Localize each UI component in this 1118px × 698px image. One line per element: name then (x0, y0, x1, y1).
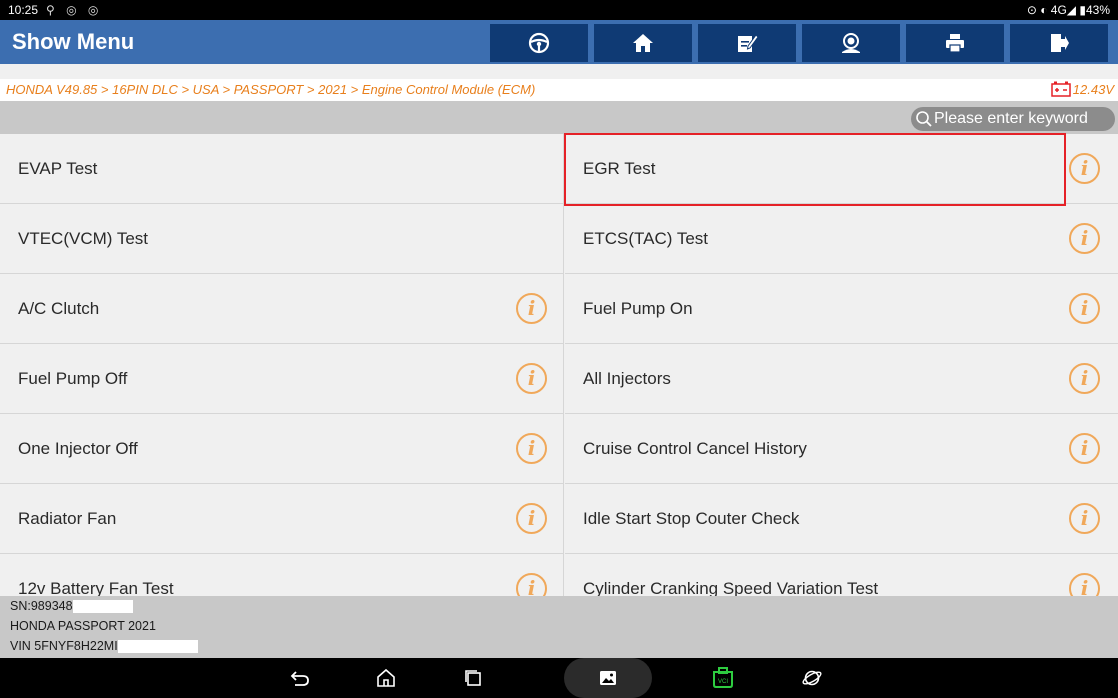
edit-report-icon (738, 34, 758, 52)
home-button[interactable] (594, 24, 692, 62)
info-icon[interactable]: i (516, 573, 547, 596)
battery-voltage: 12.43V (1051, 81, 1114, 97)
menu-item-label: EGR Test (583, 159, 656, 178)
menu-item-label: EVAP Test (18, 159, 98, 178)
menu-item-fuel-pump-off[interactable]: Fuel Pump Off i (0, 344, 564, 414)
menu-item-label: ETCS(TAC) Test (583, 229, 708, 248)
menu-item-idle-start-stop-check[interactable]: Idle Start Stop Couter Check i (565, 484, 1118, 554)
vehicle-name: HONDA PASSPORT 2021 (10, 619, 156, 633)
home-outline-icon (377, 668, 395, 687)
menu-item-label: Idle Start Stop Couter Check (583, 509, 800, 528)
battery-icon (1051, 81, 1071, 97)
home-nav-button[interactable] (366, 658, 406, 698)
redaction-box (72, 599, 133, 613)
info-icon[interactable]: i (1069, 363, 1100, 394)
serial-number-text: SN:989348 (10, 599, 73, 613)
info-icon[interactable]: i (1069, 433, 1100, 464)
search-input[interactable]: Please enter keyword (911, 107, 1115, 131)
vin-text: VIN 5FNYF8H22MI (10, 639, 118, 653)
menu-item-evap-test[interactable]: EVAP Test (0, 134, 564, 204)
menu-item-label: Cruise Control Cancel History (583, 439, 807, 458)
exit-button[interactable] (1010, 24, 1108, 62)
info-icon[interactable]: i (516, 433, 547, 464)
serial-number: SN:989348 (10, 599, 133, 613)
gallery-button[interactable] (564, 658, 652, 698)
function-menu: EVAP Test VTEC(VCM) Test A/C Clutch i Fu… (0, 134, 1118, 596)
menu-item-label: Fuel Pump Off (18, 369, 128, 388)
steering-wheel-icon (528, 32, 550, 54)
menu-item-label: VTEC(VCM) Test (18, 229, 149, 248)
gallery-icon (600, 671, 616, 685)
print-icon (946, 34, 964, 53)
info-icon[interactable]: i (516, 363, 547, 394)
menu-item-label: All Injectors (583, 369, 671, 388)
home-icon (633, 34, 653, 52)
menu-item-label: 12v Battery Fan Test (18, 579, 174, 596)
search-icon (915, 110, 933, 128)
menu-item-label: Radiator Fan (18, 509, 117, 528)
menu-item-vtec-test[interactable]: VTEC(VCM) Test (0, 204, 564, 274)
menu-item-etcs-test[interactable]: ETCS(TAC) Test i (565, 204, 1118, 274)
voltage-value: 12.43V (1072, 81, 1114, 97)
remote-support-icon (842, 33, 860, 53)
edit-report-button[interactable] (698, 24, 796, 62)
menu-item-radiator-fan[interactable]: Radiator Fan i (0, 484, 564, 554)
remote-support-button[interactable] (802, 24, 900, 62)
vci-button[interactable]: VCI (703, 658, 743, 698)
recents-icon (465, 670, 481, 686)
info-icon[interactable]: i (516, 503, 547, 534)
vehicle-info-footer: SN:989348 HONDA PASSPORT 2021 VIN 5FNYF8… (0, 596, 1118, 658)
info-icon[interactable]: i (1069, 223, 1100, 254)
steering-wheel-button[interactable] (490, 24, 588, 62)
breadcrumb: HONDA V49.85 > 16PIN DLC > USA > PASSPOR… (0, 79, 1118, 101)
svg-text:VCI: VCI (718, 679, 728, 685)
menu-item-label: One Injector Off (18, 439, 138, 458)
vin-number: VIN 5FNYF8H22MI (10, 639, 198, 653)
page-title: Show Menu (12, 29, 135, 54)
search-placeholder: Please enter keyword (934, 110, 1088, 127)
info-icon[interactable]: i (1069, 573, 1100, 596)
browser-button[interactable] (792, 658, 832, 698)
menu-item-label: Fuel Pump On (583, 299, 693, 318)
vci-icon: VCI (713, 667, 733, 688)
info-icon[interactable]: i (1069, 293, 1100, 324)
redaction-box (117, 639, 198, 653)
system-nav-bar: VCI (0, 658, 1118, 698)
notification-icons: ⚲ ◎ ◎ (46, 3, 103, 17)
menu-item-cylinder-cranking-speed-test[interactable]: Cylinder Cranking Speed Variation Test i (565, 554, 1118, 596)
search-bar: Please enter keyword (0, 101, 1118, 134)
menu-item-all-injectors[interactable]: All Injectors i (565, 344, 1118, 414)
status-time: 10:25 (8, 3, 39, 17)
recents-button[interactable] (453, 658, 493, 698)
browser-icon (802, 670, 822, 686)
menu-item-12v-battery-fan-test[interactable]: 12v Battery Fan Test i (0, 554, 564, 596)
menu-item-label: A/C Clutch (18, 299, 100, 318)
menu-item-cruise-control-cancel-history[interactable]: Cruise Control Cancel History i (565, 414, 1118, 484)
status-bar: 10:25 ⚲ ◎ ◎ ⊙ ◐ 4G◢ ▮43% (0, 0, 1118, 20)
back-icon (290, 671, 309, 686)
back-button[interactable] (280, 658, 320, 698)
menu-item-one-injector-off[interactable]: One Injector Off i (0, 414, 564, 484)
print-button[interactable] (906, 24, 1004, 62)
breadcrumb-path: HONDA V49.85 > 16PIN DLC > USA > PASSPOR… (6, 82, 536, 97)
info-icon[interactable]: i (1069, 153, 1100, 184)
app-header: Show Menu (0, 20, 1118, 64)
menu-item-label: Cylinder Cranking Speed Variation Test (583, 579, 879, 596)
info-icon[interactable]: i (1069, 503, 1100, 534)
exit-icon (1051, 34, 1069, 52)
menu-item-fuel-pump-on[interactable]: Fuel Pump On i (565, 274, 1118, 344)
menu-item-ac-clutch[interactable]: A/C Clutch i (0, 274, 564, 344)
info-icon[interactable]: i (516, 293, 547, 324)
status-indicators: ⊙ ◐ 4G◢ ▮43% (1026, 3, 1110, 17)
menu-item-egr-test[interactable]: EGR Test i (565, 134, 1118, 204)
